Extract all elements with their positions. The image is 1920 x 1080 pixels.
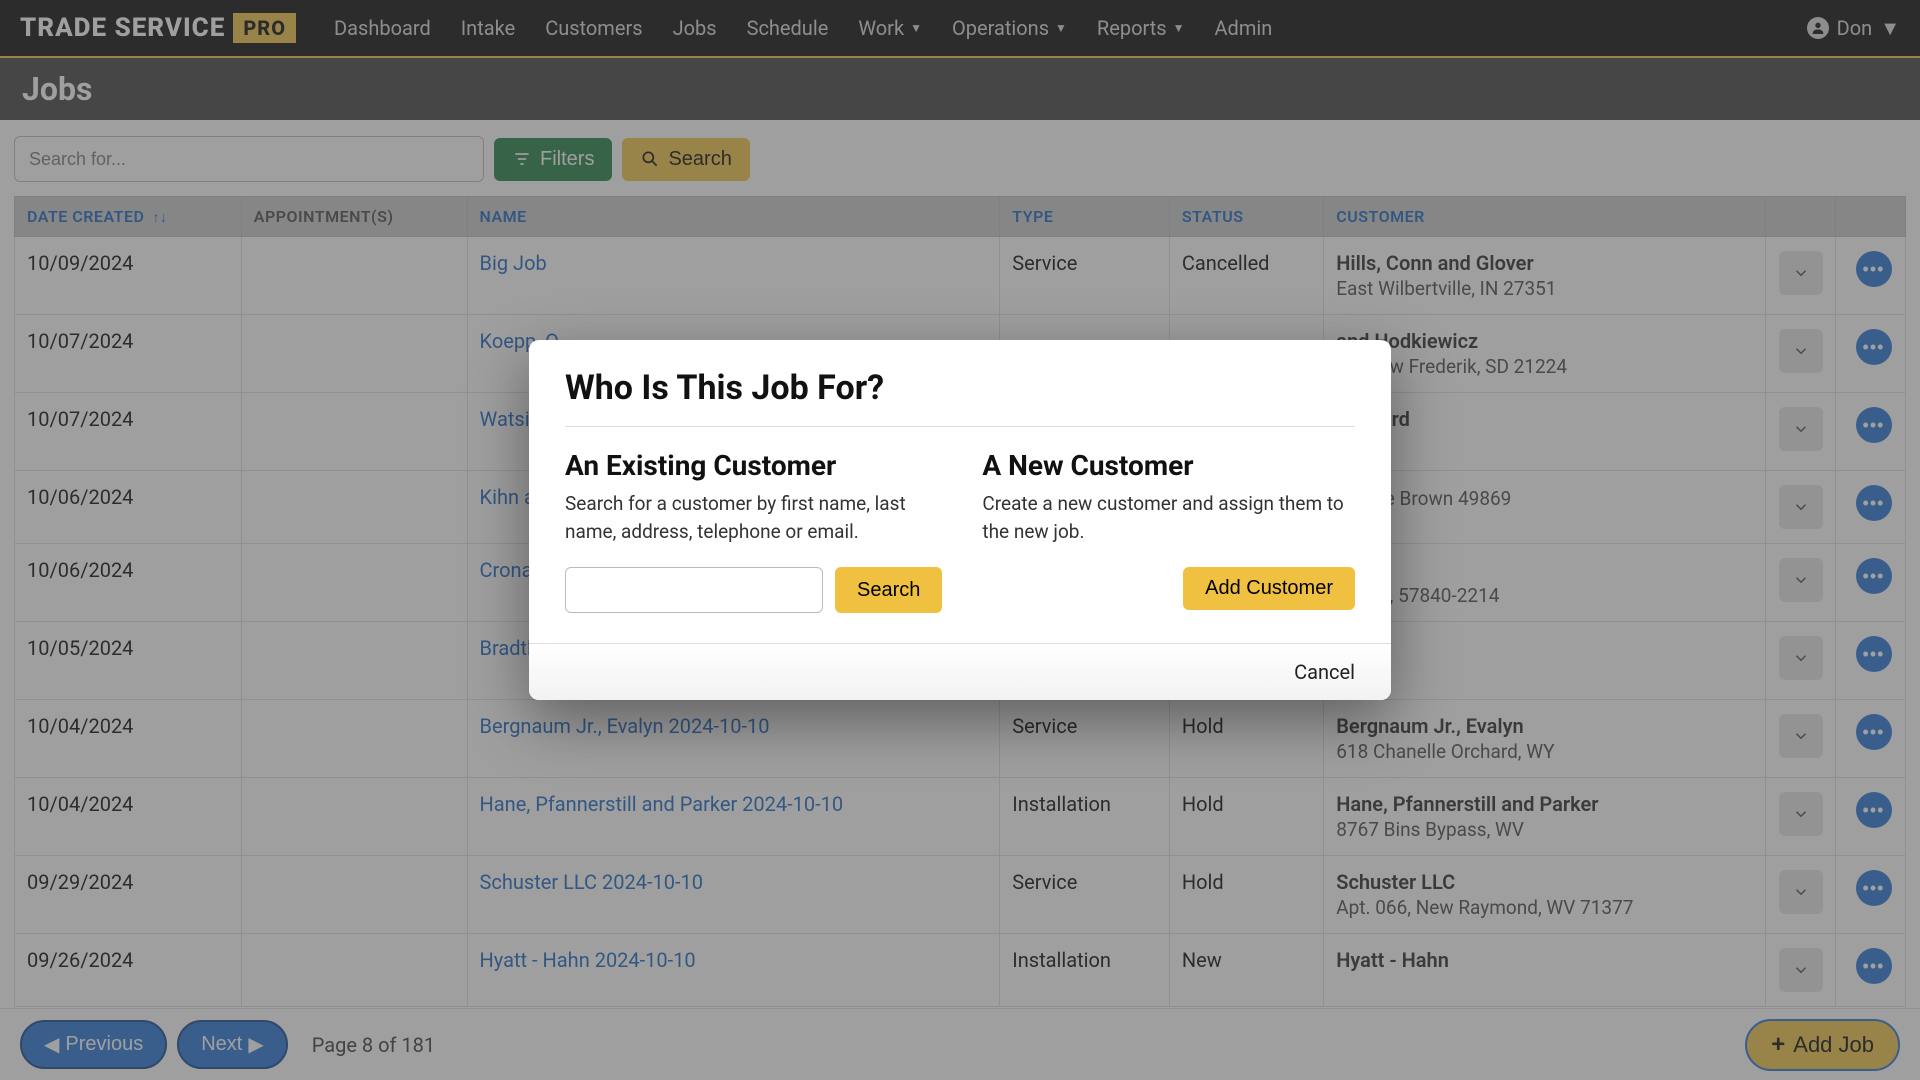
existing-title: An Existing Customer bbox=[565, 449, 942, 482]
new-customer-section: A New Customer Create a new customer and… bbox=[982, 449, 1355, 613]
existing-customer-section: An Existing Customer Search for a custom… bbox=[565, 449, 942, 613]
modal-footer: Cancel bbox=[529, 643, 1391, 700]
customer-search-button[interactable]: Search bbox=[835, 567, 942, 613]
customer-search-input[interactable] bbox=[565, 567, 823, 613]
new-job-modal: Who Is This Job For? An Existing Custome… bbox=[529, 340, 1391, 700]
divider bbox=[565, 426, 1355, 427]
new-desc: Create a new customer and assign them to… bbox=[982, 490, 1355, 545]
modal-overlay[interactable]: Who Is This Job For? An Existing Custome… bbox=[0, 0, 1920, 1080]
cancel-button[interactable]: Cancel bbox=[1294, 660, 1355, 684]
new-title: A New Customer bbox=[982, 449, 1355, 482]
modal-title: Who Is This Job For? bbox=[565, 368, 1355, 408]
add-customer-button[interactable]: Add Customer bbox=[1183, 567, 1355, 610]
existing-desc: Search for a customer by first name, las… bbox=[565, 490, 942, 545]
